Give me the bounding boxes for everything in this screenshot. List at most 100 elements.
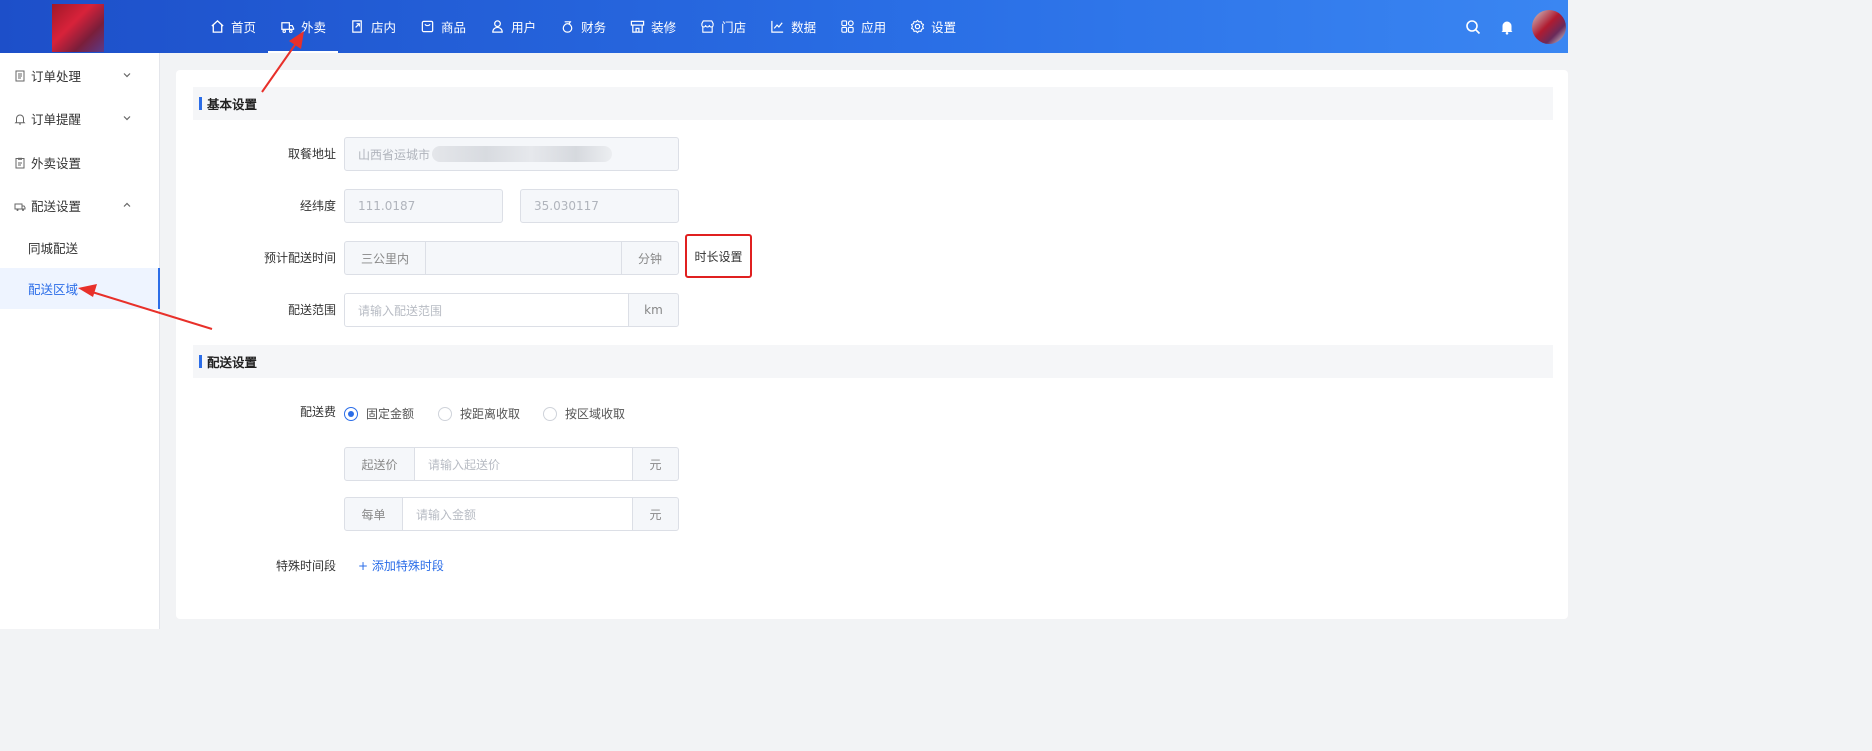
latitude-input[interactable]: 35.030117 — [520, 189, 679, 223]
sidebar-item-label: 外卖设置 — [31, 156, 82, 171]
top-navigation-bar: 首页 外卖 店内 商品 用户 财务 装修 门店 数据 应用 设置 — [0, 0, 1568, 53]
nav-label: 数据 — [791, 20, 817, 35]
nav-label: 店内 — [371, 20, 397, 35]
nav-apps[interactable]: 应用 — [828, 0, 898, 53]
pickup-address-value: 山西省运城市 — [358, 147, 431, 162]
nav-settings[interactable]: 设置 — [898, 0, 968, 53]
section-title: 基本设置 — [207, 97, 258, 112]
sidebar-item-label: 订单处理 — [31, 69, 82, 84]
takeout-icon — [280, 19, 295, 34]
eta-input[interactable] — [425, 241, 622, 275]
chart-icon — [770, 19, 785, 34]
radio-label: 按距离收取 — [460, 407, 521, 421]
document-icon — [14, 70, 26, 82]
sidebar: 订单处理 订单提醒 外卖设置 配送设置 同城配送 配送区域 — [0, 53, 160, 629]
range-label: 配送范围 — [287, 303, 336, 317]
sidebar-subitem-label: 配送区域 — [28, 282, 79, 297]
range-placeholder: 请输入配送范围 — [358, 303, 443, 318]
longitude-input[interactable]: 111.0187 — [344, 189, 503, 223]
nav-label: 装修 — [651, 20, 677, 35]
min-price-prefix: 起送价 — [344, 447, 415, 481]
nav-data[interactable]: 数据 — [758, 0, 828, 53]
nav-label: 设置 — [931, 20, 957, 35]
nav-goods[interactable]: 商品 — [408, 0, 478, 53]
radio-by-area[interactable]: 按区域收取 — [543, 405, 625, 422]
store-inside-icon — [350, 19, 365, 34]
min-price-placeholder: 请输入起送价 — [428, 457, 501, 472]
add-special-period-link[interactable]: + 添加特殊时段 — [358, 558, 444, 574]
range-input[interactable]: 请输入配送范围 — [344, 293, 629, 327]
radio-label: 固定金额 — [366, 407, 415, 421]
section-delivery-settings: 配送设置 — [193, 345, 1553, 378]
section-basic-settings: 基本设置 — [193, 87, 1553, 120]
radio-dot — [438, 406, 452, 421]
nav-users[interactable]: 用户 — [478, 0, 548, 53]
sidebar-subitem-city-delivery[interactable]: 同城配送 — [0, 227, 159, 268]
range-unit: km — [628, 293, 679, 327]
nav-finance[interactable]: 财务 — [548, 0, 618, 53]
special-period-label: 特殊时间段 — [275, 559, 336, 573]
sidebar-item-order-processing[interactable]: 订单处理 — [0, 55, 159, 96]
nav-in-store[interactable]: 店内 — [338, 0, 408, 53]
settings-card: 基本设置 取餐地址 山西省运城市 经纬度 111.0187 35.030117 … — [176, 70, 1568, 619]
nav-home[interactable]: 首页 — [198, 0, 268, 53]
sidebar-item-label: 订单提醒 — [31, 112, 82, 127]
apps-icon — [840, 19, 855, 34]
bell-icon[interactable] — [1498, 18, 1516, 36]
nav-label: 应用 — [861, 20, 887, 35]
goods-icon — [420, 19, 435, 34]
eta-label: 预计配送时间 — [263, 251, 336, 265]
radio-fixed-amount[interactable]: 固定金额 — [344, 405, 414, 422]
bell-outline-icon — [14, 113, 26, 125]
min-price-input[interactable]: 请输入起送价 — [414, 447, 633, 481]
delivery-box-icon — [14, 200, 26, 212]
per-order-unit: 元 — [632, 497, 679, 531]
duration-settings-button[interactable]: 时长设置 — [685, 234, 752, 278]
shop-icon — [700, 19, 715, 34]
nav-label: 外卖 — [301, 20, 327, 35]
pickup-address-input[interactable]: 山西省运城市 — [344, 137, 679, 171]
nav-label: 商品 — [441, 20, 467, 35]
radio-label: 按区域收取 — [565, 407, 626, 421]
nav-label: 用户 — [511, 20, 537, 35]
home-icon — [210, 19, 225, 34]
eta-prefix: 三公里内 — [344, 241, 426, 275]
logo[interactable] — [52, 4, 104, 52]
top-right-tools — [1464, 0, 1568, 53]
sidebar-item-order-reminder[interactable]: 订单提醒 — [0, 98, 159, 139]
sidebar-subitem-label: 同城配送 — [28, 241, 79, 256]
delivery-fee-label: 配送费 — [299, 405, 336, 419]
radio-dot — [543, 406, 557, 421]
per-order-prefix: 每单 — [344, 497, 403, 531]
avatar[interactable] — [1532, 9, 1566, 44]
search-icon[interactable] — [1464, 18, 1482, 36]
sidebar-subitem-delivery-area[interactable]: 配送区域 — [0, 268, 160, 309]
finance-icon — [560, 19, 575, 34]
sidebar-item-takeout-settings[interactable]: 外卖设置 — [0, 142, 159, 183]
user-icon — [490, 19, 505, 34]
coordinates-label: 经纬度 — [299, 199, 336, 213]
main-nav: 首页 外卖 店内 商品 用户 财务 装修 门店 数据 应用 设置 — [198, 0, 968, 53]
chevron-down-icon — [123, 73, 131, 78]
clipboard-icon — [14, 157, 26, 169]
min-price-unit: 元 — [632, 447, 679, 481]
eta-unit: 分钟 — [621, 241, 679, 275]
nav-takeout[interactable]: 外卖 — [268, 0, 339, 53]
nav-label: 财务 — [581, 20, 607, 35]
chevron-down-icon — [123, 116, 131, 121]
section-title: 配送设置 — [207, 355, 258, 370]
nav-label: 门店 — [721, 20, 747, 35]
latitude-value: 35.030117 — [534, 199, 599, 213]
per-order-input[interactable]: 请输入金额 — [402, 497, 633, 531]
longitude-value: 111.0187 — [358, 199, 416, 213]
decorate-icon — [630, 19, 645, 34]
radio-by-distance[interactable]: 按距离收取 — [438, 405, 520, 422]
radio-dot — [344, 406, 358, 421]
redacted-address — [432, 146, 613, 162]
nav-decorate[interactable]: 装修 — [618, 0, 688, 53]
nav-store[interactable]: 门店 — [688, 0, 758, 53]
nav-label: 首页 — [231, 20, 257, 35]
sidebar-item-delivery-settings[interactable]: 配送设置 — [0, 185, 159, 226]
gear-icon — [910, 19, 925, 34]
sidebar-item-label: 配送设置 — [31, 199, 82, 214]
